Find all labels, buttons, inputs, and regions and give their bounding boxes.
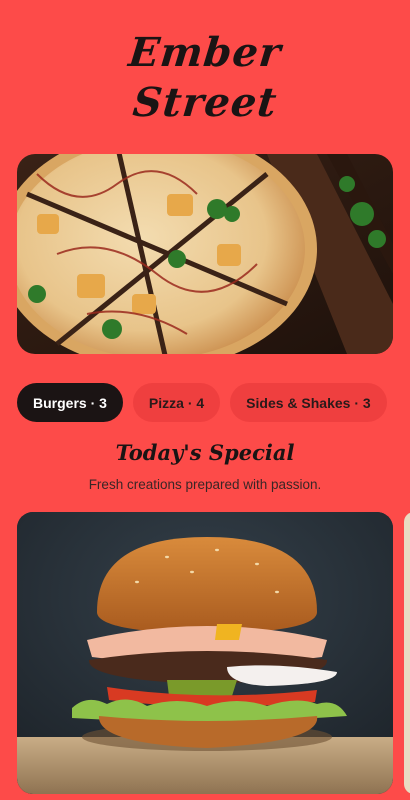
brand-line-2: Street (130, 79, 280, 126)
burger-image (17, 512, 393, 794)
tab-pizza[interactable]: Pizza · 4 (132, 383, 221, 422)
category-tabs: Burgers · 3 Pizza · 4 Sides & Shakes · 3 (17, 383, 387, 422)
section-subtitle: Fresh creations prepared with passion. (88, 477, 322, 492)
hero-pizza-image (17, 154, 393, 354)
tab-sides-shakes[interactable]: Sides & Shakes · 3 (230, 383, 387, 422)
brand-title: Ember Street (0, 28, 410, 128)
burger-card[interactable] (17, 512, 393, 794)
next-card-peek[interactable] (404, 512, 410, 794)
section-title: Today's Special (115, 440, 295, 465)
tab-burgers[interactable]: Burgers · 3 (17, 383, 123, 422)
brand-line-1: Ember (126, 29, 284, 76)
